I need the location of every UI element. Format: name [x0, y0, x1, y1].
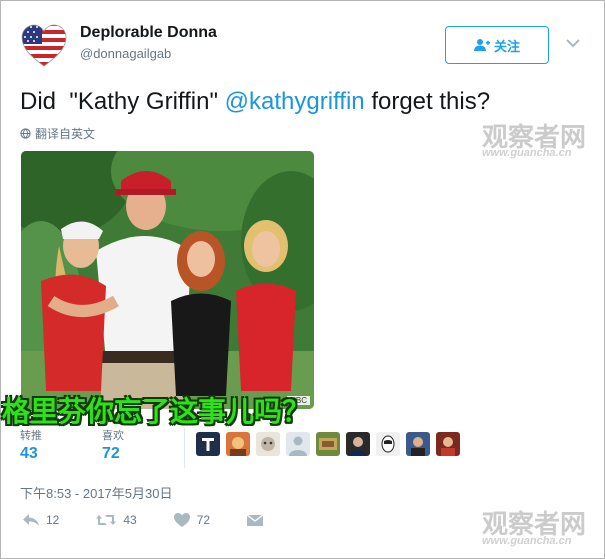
tweet-timestamp[interactable]: 下午8:53 - 2017年5月30日 [20, 483, 172, 502]
retweet-button[interactable]: 43 [95, 512, 137, 528]
tweet-text: Did "Kathy Griffin" @kathygriffin forget… [20, 88, 490, 116]
follow-button[interactable]: 关注 [445, 26, 549, 64]
watermark-url: www.guancha.cn [482, 535, 572, 547]
follow-person-icon [473, 39, 490, 51]
translate-link[interactable]: 翻译自英文 [20, 125, 95, 142]
retweet-icon [96, 515, 117, 525]
liker-avatar[interactable] [346, 432, 370, 456]
reply-icon [23, 514, 39, 526]
liker-avatar[interactable] [286, 432, 310, 456]
overlay-caption: 格里芬你忘了这事儿吗？ [2, 395, 311, 428]
reply-button[interactable]: 12 [22, 512, 59, 528]
tweet-actions: 12 43 72 [22, 512, 300, 528]
liker-avatar[interactable] [196, 432, 220, 456]
liker-avatar[interactable] [406, 432, 430, 456]
likes-stat[interactable]: 喜欢 72 [102, 427, 124, 463]
avatar[interactable] [20, 22, 68, 70]
translate-label: 翻译自英文 [35, 127, 96, 141]
retweets-stat[interactable]: 转推 43 [20, 427, 42, 463]
liker-avatar[interactable] [256, 432, 280, 456]
likes-label: 喜欢 [102, 430, 124, 442]
tweet-text-before: Did "Kathy Griffin" [20, 88, 225, 115]
tweet-text-after: forget this? [364, 88, 491, 115]
globe-icon [20, 128, 31, 139]
tweet-photo[interactable]: NBC [21, 151, 314, 409]
follow-button-label: 关注 [493, 38, 520, 54]
user-handle[interactable]: @donnagailgab [80, 46, 171, 61]
flag-heart-icon [21, 24, 67, 67]
stats-divider [184, 428, 185, 468]
like-button[interactable]: 72 [173, 512, 210, 528]
liker-avatar[interactable] [436, 432, 460, 456]
likes-value: 72 [102, 445, 120, 462]
retweets-label: 转推 [20, 430, 42, 442]
liker-avatar[interactable] [376, 432, 400, 456]
retweets-value: 43 [20, 445, 38, 462]
mention-link[interactable]: @kathygriffin [225, 88, 365, 115]
group-photo-image [21, 151, 314, 409]
retweet-count: 43 [123, 513, 137, 527]
likers-avatars [196, 432, 460, 456]
chevron-down-icon[interactable] [566, 38, 580, 48]
heart-icon [173, 513, 190, 527]
direct-message-button[interactable] [246, 512, 264, 528]
like-count: 72 [196, 513, 211, 527]
liker-avatar[interactable] [316, 432, 340, 456]
liker-avatar[interactable] [226, 432, 250, 456]
display-name[interactable]: Deplorable Donna [80, 24, 217, 42]
reply-count: 12 [46, 513, 60, 527]
watermark-url: www.guancha.cn [482, 147, 572, 159]
envelope-icon [246, 514, 264, 526]
